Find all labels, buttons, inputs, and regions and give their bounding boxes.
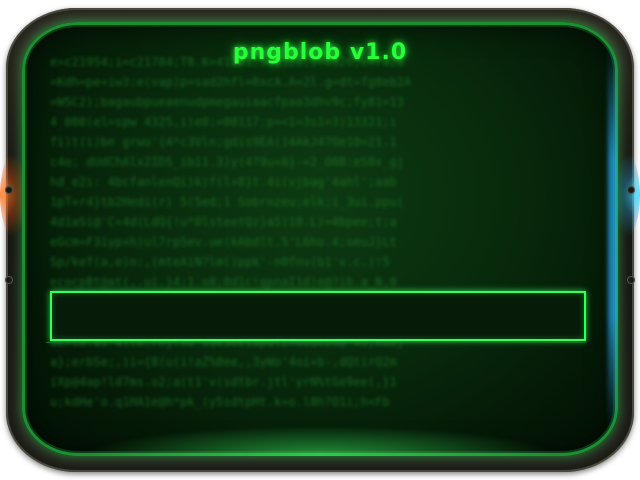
command-input[interactable] bbox=[50, 291, 586, 341]
code-line: 1pT+r4}tb2Hedi(r) 5(5ed;1 Sobrnzeu;elk;i… bbox=[50, 195, 405, 209]
code-line: u;kdHe'o.q1HA1e@h*pk_(y5sdtpHt.k+o.l8h?O… bbox=[50, 395, 390, 409]
crt-screen: e=c21954;i=c21784;T8.K=41281;5=1328;i=83… bbox=[22, 22, 618, 456]
code-line: c4o; dUdChAlx2IDS_ib11.3)y(4?9u+8}-=2_O0… bbox=[50, 155, 405, 169]
screen-bottom-glow bbox=[82, 426, 558, 456]
right-screw-top bbox=[627, 186, 635, 194]
code-line: fi)t(i)bn grwu'{4*c3Vln;gdis9EA(14AkJ47O… bbox=[50, 135, 397, 149]
code-line: eGcm=F3iyp+h)ul7rp5ev.ue(kAbdlt.5'L6ho.4… bbox=[50, 235, 397, 249]
code-line: iXp@4ap!ld7ms.o2;a(t1'v(sdtbr.jtl'yrN%tG… bbox=[50, 375, 397, 389]
code-line: hd_e2i: 4bcfanlenQi)k)f(l+8}t.4i(vjbag'4… bbox=[50, 175, 397, 189]
divider-line bbox=[46, 342, 586, 343]
left-screw-bottom bbox=[5, 276, 13, 284]
code-line: 4 000(el=spw 4325,i)e0;=00117;p=<1=3s1=3… bbox=[50, 115, 397, 129]
code-line: 4d1aSi@'C+4d(LdQ{!u*0lsteetQz}a5)10.L)=4… bbox=[50, 215, 397, 229]
code-line: Sp/kef(a,e)n:,(mteAiN?lm()ppk'-n0fnv(b1'… bbox=[50, 255, 390, 269]
code-line: ecocpBt@at(,.ui.}4;1.o8;0d1c!qpnaI1d)e@?… bbox=[50, 275, 397, 289]
right-screw-bottom bbox=[627, 276, 635, 284]
code-line: =WSC2);bagaubpueaenudpmegauiaacfpaa3dhv9… bbox=[50, 95, 405, 109]
code-line: a};erbSe;,)i={8(u(i!aZ%0ee,,3yWo'4oi+b-,… bbox=[50, 355, 397, 369]
app-title: pngblob v1.0 bbox=[232, 40, 408, 65]
background-code-text: e=c21954;i=c21784;T8.K=41281;5=1328;i=83… bbox=[50, 52, 590, 412]
code-line: =Kdh=pe+iw3;e(vap)p=sad2hfl=0xcA.A=2l.g=… bbox=[50, 75, 412, 89]
screen-edge-glow bbox=[608, 42, 618, 432]
left-screw-top bbox=[5, 186, 13, 194]
